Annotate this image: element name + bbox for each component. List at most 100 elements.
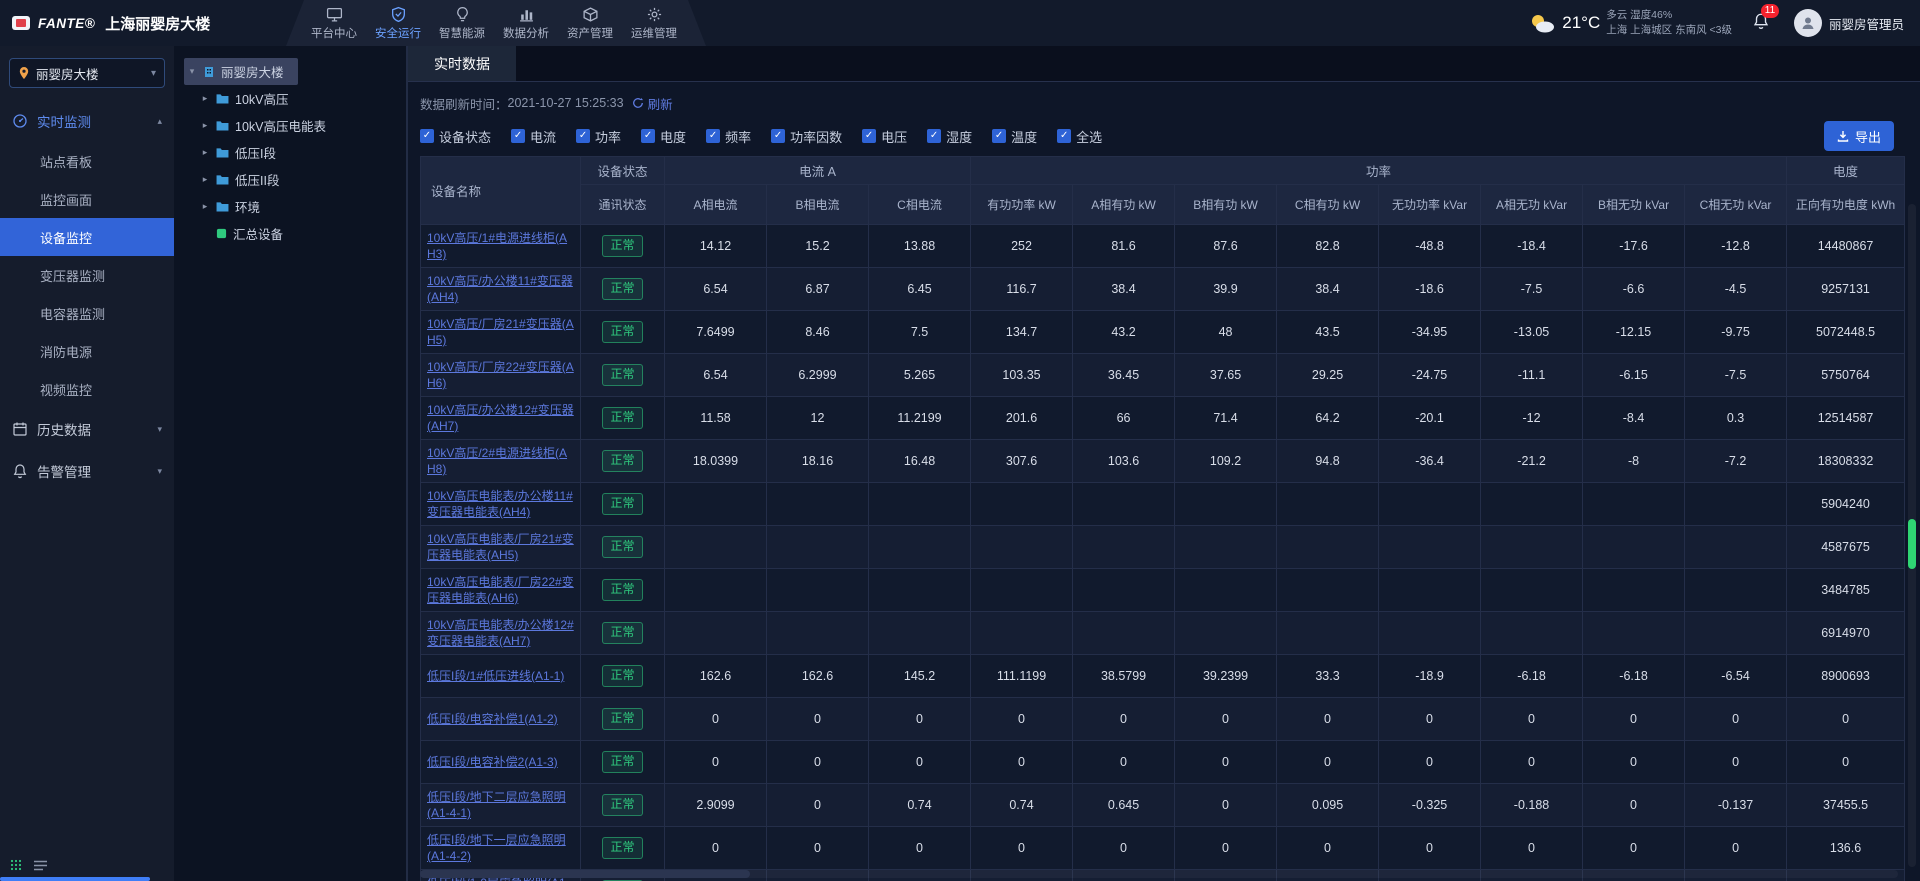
checkbox-icon: ✓: [862, 129, 876, 143]
top-nav-item[interactable]: 资产管理: [558, 0, 622, 46]
column-header: C相无功 kVar: [1685, 185, 1787, 225]
value-cell: [1685, 483, 1787, 526]
device-link[interactable]: 10kV高压电能表/厂房22#变压器电能表(AH6): [427, 575, 574, 605]
analysis-icon: [518, 6, 535, 23]
sidebar-item[interactable]: 变压器监测: [0, 256, 174, 294]
tree-expand-icon[interactable]: ▸: [200, 147, 210, 158]
list-icon[interactable]: [34, 860, 47, 871]
sidebar-item[interactable]: 设备监控: [0, 218, 174, 256]
device-link[interactable]: 10kV高压电能表/厂房21#变压器电能表(AH5): [427, 532, 574, 562]
sidebar-item[interactable]: 视频监控: [0, 370, 174, 408]
value-cell: 0: [1787, 741, 1905, 784]
top-nav-item[interactable]: 智慧能源: [430, 0, 494, 46]
device-link[interactable]: 10kV高压电能表/办公楼11#变压器电能表(AH4): [427, 489, 573, 519]
value-cell: 14.12: [665, 225, 767, 268]
device-link[interactable]: 10kV高压/1#电源进线柜(AH3): [427, 231, 567, 261]
sidebar-section[interactable]: 历史数据▾: [0, 408, 174, 450]
sidebar-hscrollbar-thumb[interactable]: [0, 877, 150, 881]
top-nav-item[interactable]: 安全运行: [366, 0, 430, 46]
content-area: 数据刷新时间： 2021-10-27 15:25:33 刷新 ✓设备状态✓电流✓…: [408, 82, 1920, 881]
filter-checkbox[interactable]: ✓温度: [992, 127, 1037, 146]
filter-checkbox[interactable]: ✓全选: [1057, 127, 1102, 146]
filter-checkbox[interactable]: ✓功率因数: [771, 127, 842, 146]
horizontal-scrollbar-thumb[interactable]: [420, 870, 750, 878]
value-cell: 37.65: [1175, 354, 1277, 397]
device-link[interactable]: 低压I段/地下二层应急照明(A1-4-1): [427, 790, 566, 820]
tree-node[interactable]: ▸低压II段: [200, 166, 406, 193]
table-row: 10kV高压/厂房21#变压器(AH5)正常7.64998.467.5134.7…: [421, 311, 1905, 354]
sidebar-section[interactable]: 告警管理▾: [0, 450, 174, 492]
device-link[interactable]: 10kV高压/2#电源进线柜(AH8): [427, 446, 567, 476]
export-button[interactable]: 导出: [1824, 121, 1894, 151]
energy-icon: [454, 6, 471, 23]
user-menu[interactable]: 丽婴房管理员: [1794, 9, 1904, 37]
refresh-button[interactable]: 刷新: [632, 94, 673, 113]
value-cell: 0: [767, 784, 869, 827]
filter-checkbox[interactable]: ✓功率: [576, 127, 621, 146]
tree-node[interactable]: ▸低压I段: [200, 139, 406, 166]
tree-node[interactable]: ▸10kV高压电能表: [200, 112, 406, 139]
value-cell: [971, 612, 1073, 655]
device-link[interactable]: 低压I段/电容补偿1(A1-2): [427, 712, 558, 726]
value-cell: [1277, 612, 1379, 655]
value-cell: 0: [1583, 827, 1685, 870]
status-cell: 正常: [581, 225, 665, 268]
tree-expand-icon[interactable]: ▾: [187, 66, 197, 77]
sidebar-item[interactable]: 站点看板: [0, 142, 174, 180]
notification-button[interactable]: 11: [1752, 12, 1770, 35]
top-nav-item[interactable]: 数据分析: [494, 0, 558, 46]
tree-expand-icon[interactable]: ▸: [200, 201, 210, 212]
device-link[interactable]: 低压I段/电容补偿2(A1-3): [427, 755, 558, 769]
vertical-scrollbar-thumb[interactable]: [1908, 519, 1916, 569]
tree-node-root[interactable]: ▾丽婴房大楼: [184, 58, 298, 85]
tree-expand-icon[interactable]: ▸: [200, 93, 210, 104]
tree-node[interactable]: ▸环境: [200, 193, 406, 220]
refresh-time-label: 数据刷新时间：: [420, 94, 508, 113]
filter-checkbox[interactable]: ✓湿度: [927, 127, 972, 146]
value-cell: [1277, 569, 1379, 612]
tree-node[interactable]: ▸10kV高压: [200, 85, 406, 112]
value-cell: [1175, 483, 1277, 526]
device-table: 设备名称设备状态电流 A功率电度通讯状态A相电流B相电流C相电流有功功率 kWA…: [420, 156, 1905, 881]
site-selector[interactable]: 丽婴房大楼 ▾: [9, 58, 165, 88]
device-link[interactable]: 低压I段/1#低压进线(A1-1): [427, 669, 564, 683]
sidebar-item[interactable]: 消防电源: [0, 332, 174, 370]
value-cell: [1379, 483, 1481, 526]
table-row: 低压I段/1#低压进线(A1-1)正常162.6162.6145.2111.11…: [421, 655, 1905, 698]
filter-checkbox[interactable]: ✓频率: [706, 127, 751, 146]
filter-checkbox[interactable]: ✓电流: [511, 127, 556, 146]
grid-dots-icon[interactable]: [10, 859, 22, 871]
refresh-icon: [632, 97, 644, 109]
tree-expand-icon[interactable]: ▸: [200, 174, 210, 185]
value-cell: [1073, 612, 1175, 655]
device-link[interactable]: 10kV高压电能表/办公楼12#变压器电能表(AH7): [427, 618, 574, 648]
tree-node[interactable]: 汇总设备: [200, 220, 406, 247]
device-link[interactable]: 10kV高压/办公楼12#变压器(AH7): [427, 403, 574, 433]
top-nav-item[interactable]: 运维管理: [622, 0, 686, 46]
tree-expand-icon[interactable]: ▸: [200, 120, 210, 131]
top-nav-item[interactable]: 平台中心: [302, 0, 366, 46]
main-panel: 实时数据 数据刷新时间： 2021-10-27 15:25:33 刷新 ✓设备状…: [408, 46, 1920, 881]
device-link[interactable]: 10kV高压/办公楼11#变压器(AH4): [427, 274, 573, 304]
device-link[interactable]: 10kV高压/厂房22#变压器(AH6): [427, 360, 574, 390]
tab-label: 实时数据: [434, 54, 490, 74]
device-link[interactable]: 10kV高压/厂房21#变压器(AH5): [427, 317, 574, 347]
folder-icon: [216, 201, 229, 212]
filter-checkbox[interactable]: ✓电度: [641, 127, 686, 146]
value-cell: [767, 526, 869, 569]
filter-checkbox[interactable]: ✓设备状态: [420, 127, 491, 146]
value-cell: 162.6: [665, 655, 767, 698]
device-name-cell: 10kV高压/办公楼12#变压器(AH7): [421, 397, 581, 440]
device-link[interactable]: 低压I段/地下一层应急照明(A1-4-2): [427, 833, 566, 863]
sidebar-section[interactable]: 实时监测▴: [0, 100, 174, 142]
avatar: [1794, 9, 1822, 37]
checkbox-icon: ✓: [511, 129, 525, 143]
sidebar-item[interactable]: 监控画面: [0, 180, 174, 218]
filter-checkbox[interactable]: ✓电压: [862, 127, 907, 146]
value-cell: 103.6: [1073, 440, 1175, 483]
tab-realtime-data[interactable]: 实时数据: [408, 46, 516, 81]
table-row: 低压I段/地下一层应急照明(A1-4-2)正常00000000000136.6: [421, 827, 1905, 870]
value-cell: 39.9: [1175, 268, 1277, 311]
sidebar-item[interactable]: 电容器监测: [0, 294, 174, 332]
value-cell: [1685, 526, 1787, 569]
